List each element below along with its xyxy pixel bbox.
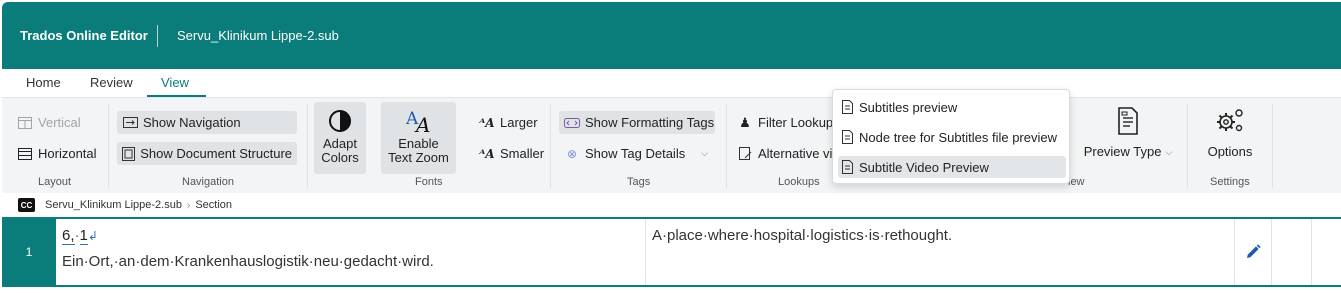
show-navigation-label: Show Navigation xyxy=(143,115,241,130)
preview-document-icon xyxy=(842,130,853,144)
menu-item-label: Node tree for Subtitles file preview xyxy=(859,129,1057,145)
smaller-font-button[interactable]: ᴬA Smaller xyxy=(474,142,549,165)
adapt-colors-button[interactable]: Adapt Colors xyxy=(314,102,366,174)
enable-text-zoom-label-1: Enable xyxy=(398,136,439,151)
enable-text-zoom-label-2: Text Zoom xyxy=(388,150,449,165)
show-document-structure-button[interactable]: Show Document Structure xyxy=(117,142,297,165)
ribbon-separator xyxy=(1187,104,1188,188)
preview-type-label: Preview Type xyxy=(1083,144,1162,159)
navigation-icon xyxy=(122,115,138,131)
menu-item-subtitles-preview[interactable]: Subtitles preview xyxy=(838,96,1066,118)
breadcrumb-file[interactable]: Servu_Klinikum Lippe-2.sub xyxy=(45,199,182,211)
segment-status-cell xyxy=(1272,219,1312,285)
show-document-structure-label: Show Document Structure xyxy=(140,146,292,161)
header-divider xyxy=(157,25,158,47)
ribbon-separator xyxy=(108,104,109,188)
ribbon: Vertical Horizontal Layout Show Navigati… xyxy=(2,97,1341,193)
line-break-icon: ↲ xyxy=(87,229,98,243)
vertical-layout-icon xyxy=(17,115,33,131)
filter-person-icon: ♟ xyxy=(739,114,751,130)
options-button[interactable]: Options xyxy=(1200,102,1260,174)
preview-type-button[interactable]: Preview Type ⌵ xyxy=(1078,102,1178,174)
alternative-view-label: Alternative vi xyxy=(758,146,833,161)
alternative-view-icon xyxy=(737,146,753,162)
larger-font-button[interactable]: ᴬA Larger xyxy=(474,111,543,134)
segment-number: 1 xyxy=(2,219,56,285)
show-navigation-button[interactable]: Show Navigation xyxy=(117,111,297,134)
menu-item-label: Subtitle Video Preview xyxy=(859,159,989,175)
smaller-font-label: Smaller xyxy=(500,146,545,161)
layout-group-label: Layout xyxy=(38,176,72,188)
source-segment: 6,·1↲ Ein·Ort,·an·dem·Krankenhauslogisti… xyxy=(56,219,646,285)
tags-group-label: Tags xyxy=(627,176,651,188)
layout-horizontal-button[interactable]: Horizontal xyxy=(12,142,102,165)
layout-horizontal-label: Horizontal xyxy=(38,146,97,161)
fonts-group-label: Fonts xyxy=(415,176,443,188)
ribbon-separator xyxy=(1272,104,1273,188)
settings-group-label: Settings xyxy=(1210,176,1250,188)
chevron-down-icon: ⌵ xyxy=(1165,147,1173,157)
enable-text-zoom-button[interactable]: AA Enable Text Zoom xyxy=(381,102,456,174)
formatting-tags-icon xyxy=(564,115,580,131)
app-name: Trados Online Editor xyxy=(20,28,148,43)
horizontal-layout-icon xyxy=(17,146,33,162)
preview-document-icon xyxy=(1117,105,1139,137)
adapt-colors-label-1: Adapt xyxy=(323,136,357,151)
lookups-group-label: Lookups xyxy=(778,176,820,188)
ribbon-separator xyxy=(550,104,551,188)
navigation-group-label: Navigation xyxy=(182,176,234,188)
text-zoom-icon: AA xyxy=(404,105,434,137)
larger-font-label: Larger xyxy=(500,115,538,130)
target-segment[interactable]: A·place·where·hospital·logistics·is·reth… xyxy=(646,219,1234,285)
breadcrumb-section[interactable]: Section xyxy=(195,199,232,211)
svg-text:A: A xyxy=(414,113,430,134)
document-name: Servu_Klinikum Lippe-2.sub xyxy=(177,28,339,43)
menu-item-label: Subtitles preview xyxy=(859,99,958,115)
breadcrumb: CC Servu_Klinikum Lippe-2.sub › Section xyxy=(2,193,1341,217)
ribbon-separator xyxy=(726,104,727,188)
options-label: Options xyxy=(1207,144,1253,159)
preview-dropdown-menu: Subtitles preview Node tree for Subtitle… xyxy=(832,89,1070,184)
layout-vertical-label: Vertical xyxy=(38,115,81,130)
timecode-start: 6, xyxy=(62,227,75,245)
gears-icon xyxy=(1214,105,1246,137)
chevron-down-icon: ⌵ xyxy=(701,148,709,158)
ribbon-tabs: Home Review View xyxy=(2,69,1341,97)
show-formatting-tags-label: Show Formatting Tags xyxy=(585,115,715,130)
layout-vertical-button[interactable]: Vertical xyxy=(12,111,86,134)
source-text: Ein·Ort,·an·dem·Krankenhauslogistik·neu·… xyxy=(62,253,434,270)
chevron-right-icon: › xyxy=(186,199,191,211)
contrast-icon xyxy=(328,105,352,137)
filter-lookups-label: Filter Lookups xyxy=(758,115,840,130)
adapt-colors-label-2: Colors xyxy=(321,150,359,165)
tab-view[interactable]: View xyxy=(161,75,189,90)
show-tag-details-label: Show Tag Details xyxy=(585,146,686,161)
preview-group-label: iew xyxy=(1068,176,1085,188)
font-smaller-icon: ᴬA xyxy=(479,146,495,161)
font-larger-icon: ᴬA xyxy=(479,115,495,130)
preview-document-icon xyxy=(842,160,853,174)
document-structure-icon xyxy=(122,146,136,162)
alternative-view-button[interactable]: Alternative vi xyxy=(732,142,837,165)
tab-home[interactable]: Home xyxy=(26,75,61,90)
show-tag-details-button[interactable]: ⊗ Show Tag Details ⌵ xyxy=(559,142,713,165)
app-header: Trados Online Editor Servu_Klinikum Lipp… xyxy=(2,2,1341,69)
closed-captions-icon: CC xyxy=(18,198,35,212)
timecode-end: 1 xyxy=(79,227,88,245)
segment-row[interactable]: 1 6,·1↲ Ein·Ort,·an·dem·Krankenhauslogis… xyxy=(2,217,1341,287)
tag-details-icon: ⊗ xyxy=(566,146,578,161)
edit-segment-button[interactable] xyxy=(1234,219,1272,285)
ribbon-separator xyxy=(307,104,308,188)
menu-item-node-tree-preview[interactable]: Node tree for Subtitles file preview xyxy=(838,126,1066,148)
filter-lookups-button[interactable]: ♟ Filter Lookups xyxy=(732,111,845,134)
menu-item-subtitle-video-preview[interactable]: Subtitle Video Preview xyxy=(838,156,1066,178)
show-formatting-tags-button[interactable]: Show Formatting Tags xyxy=(559,111,715,134)
tab-review[interactable]: Review xyxy=(90,75,133,90)
source-timecode: 6,·1↲ xyxy=(62,227,98,245)
pencil-icon xyxy=(1247,244,1261,258)
preview-document-icon xyxy=(842,100,853,114)
